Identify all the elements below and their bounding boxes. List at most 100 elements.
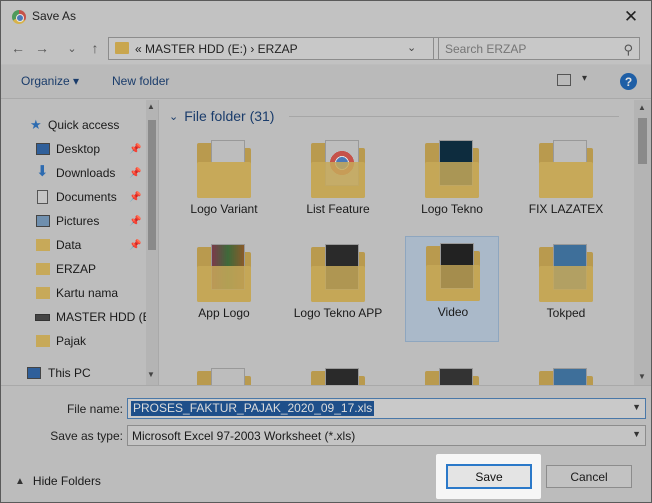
chevron-down-icon[interactable]: ▼ <box>632 429 641 439</box>
desktop-icon <box>36 143 50 155</box>
group-header[interactable]: ⌄ File folder (31) <box>169 106 619 126</box>
folder-tile-partial[interactable] <box>405 362 499 385</box>
scrollbar-thumb[interactable] <box>148 120 156 250</box>
folder-tile-partial[interactable] <box>291 362 385 385</box>
folder-tile[interactable]: Tokped <box>519 238 613 344</box>
folder-icon <box>426 243 480 303</box>
folder-icon <box>197 368 251 385</box>
dialog-title: Save As <box>32 9 77 23</box>
file-list-scrollbar[interactable]: ▲ ▼ <box>634 100 651 385</box>
view-options-icon[interactable] <box>557 74 571 86</box>
breadcrumb[interactable]: « MASTER HDD (E:) › ERZAP ⌄ <box>108 37 434 60</box>
sidebar-item-label: Documents <box>56 190 117 204</box>
folder-icon <box>36 287 50 299</box>
folder-icon <box>311 140 365 200</box>
folder-tile[interactable]: List Feature <box>291 134 385 240</box>
collapse-chevron-icon[interactable]: ⌄ <box>169 110 178 123</box>
sidebar-item-pajak[interactable]: Pajak <box>1 330 146 352</box>
file-name-value[interactable]: PROSES_FAKTUR_PAJAK_2020_09_17.xls <box>131 401 375 416</box>
folder-name: Tokped <box>546 306 586 320</box>
help-icon[interactable]: ? <box>620 73 637 90</box>
sidebar-item-kartu-nama[interactable]: Kartu nama <box>1 282 146 304</box>
sidebar-item-documents[interactable]: Documents 📌 <box>1 186 146 208</box>
folder-tile[interactable]: App Logo <box>177 238 271 344</box>
sidebar-item-erzap[interactable]: ERZAP <box>1 258 146 280</box>
recent-locations-chevron-icon[interactable]: ⌄ <box>63 39 81 57</box>
file-name-field[interactable]: PROSES_FAKTUR_PAJAK_2020_09_17.xls ▼ <box>127 398 646 419</box>
folder-icon <box>115 42 129 54</box>
sidebar-item-pictures[interactable]: Pictures 📌 <box>1 210 146 232</box>
pin-icon[interactable]: 📌 <box>129 144 141 155</box>
folder-icon <box>539 244 593 304</box>
sidebar-item-desktop[interactable]: Desktop 📌 <box>1 138 146 160</box>
folder-icon <box>425 140 479 200</box>
folder-name: App Logo <box>198 306 250 320</box>
sidebar-item-downloads[interactable]: ⬇ Downloads 📌 <box>1 162 146 184</box>
file-list-pane: ⌄ File folder (31) Logo Variant List Fea… <box>158 100 634 385</box>
folder-name: FIX LAZATEX <box>528 202 604 216</box>
sidebar-item-label: Desktop <box>56 142 101 156</box>
navigation-pane: ★ Quick access Desktop 📌 ⬇ Downloads 📌 D… <box>1 100 158 385</box>
sidebar-item-label: ERZAP <box>56 262 97 276</box>
scrollbar-thumb[interactable] <box>638 118 647 164</box>
folder-icon <box>36 263 50 275</box>
sidebar-item-data[interactable]: Data 📌 <box>1 234 146 256</box>
save-as-type-select[interactable]: Microsoft Excel 97-2003 Worksheet (*.xls… <box>127 425 646 446</box>
scroll-up-icon[interactable]: ▲ <box>147 102 155 111</box>
forward-arrow-icon[interactable]: → <box>33 39 51 57</box>
title-bar: Save As ✕ <box>1 1 651 32</box>
view-dropdown-chevron-icon[interactable]: ▾ <box>582 73 587 84</box>
folder-tile-partial[interactable] <box>177 362 271 385</box>
up-arrow-icon[interactable]: ↑ <box>86 39 104 57</box>
chevron-down-icon[interactable]: ▼ <box>632 402 641 412</box>
folder-icon <box>539 368 593 385</box>
breadcrumb-path[interactable]: « MASTER HDD (E:) › ERZAP <box>135 42 298 56</box>
pin-icon[interactable]: 📌 <box>129 168 141 179</box>
folder-tile-selected[interactable]: Video <box>405 236 499 342</box>
sidebar-item-master-hdd[interactable]: MASTER HDD (E <box>1 306 151 328</box>
folder-name: Logo Tekno <box>421 202 483 216</box>
new-folder-button[interactable]: New folder <box>112 74 169 88</box>
hide-folders-button[interactable]: ▲ Hide Folders <box>15 474 101 488</box>
organize-menu-button[interactable]: Organize ▾ <box>21 74 79 88</box>
close-icon[interactable]: ✕ <box>611 1 651 32</box>
save-as-type-label: Save as type: <box>50 429 123 443</box>
back-arrow-icon[interactable]: ← <box>9 39 27 57</box>
sidebar-item-label: Data <box>56 238 82 252</box>
sidebar-item-this-pc[interactable]: This PC <box>1 362 146 384</box>
save-button[interactable]: Save <box>446 464 532 489</box>
sidebar-item-label: Downloads <box>56 166 116 180</box>
file-name-label: File name: <box>66 402 123 416</box>
chevron-up-icon: ▲ <box>15 475 25 487</box>
sidebar-item-label: Pajak <box>56 334 87 348</box>
scroll-up-icon[interactable]: ▲ <box>638 103 646 112</box>
pin-icon[interactable]: 📌 <box>129 240 141 251</box>
cancel-button[interactable]: Cancel <box>546 465 632 488</box>
search-input[interactable] <box>445 41 615 57</box>
folder-name: List Feature <box>306 202 370 216</box>
group-title: File folder (31) <box>184 108 275 124</box>
folder-tile-partial[interactable] <box>519 362 613 385</box>
scroll-down-icon[interactable]: ▼ <box>638 372 646 381</box>
pin-icon[interactable]: 📌 <box>129 216 141 227</box>
sidebar-item-label: Quick access <box>48 118 120 132</box>
folder-tile[interactable]: Logo Variant <box>177 134 271 240</box>
hide-folders-label: Hide Folders <box>32 474 101 488</box>
folder-tile[interactable]: Logo Tekno APP <box>291 238 385 344</box>
search-box[interactable]: ⚲ <box>438 37 640 60</box>
folder-tile[interactable]: FIX LAZATEX <box>519 134 613 240</box>
folder-name: Video <box>437 305 469 319</box>
save-as-type-value: Microsoft Excel 97-2003 Worksheet (*.xls… <box>132 429 356 443</box>
navigation-pane-scrollbar[interactable]: ▲ ▼ <box>146 100 158 385</box>
sidebar-item-label: Kartu nama <box>56 286 119 300</box>
chrome-app-icon <box>12 10 26 24</box>
pin-icon[interactable]: 📌 <box>129 192 141 203</box>
scroll-down-icon[interactable]: ▼ <box>147 370 155 379</box>
save-options-panel: File name: PROSES_FAKTUR_PAJAK_2020_09_1… <box>1 385 651 502</box>
chevron-down-icon[interactable]: ⌄ <box>407 41 416 54</box>
folder-tile[interactable]: Logo Tekno <box>405 134 499 240</box>
sidebar-item-quick-access[interactable]: ★ Quick access <box>1 114 146 136</box>
download-icon: ⬇ <box>36 163 49 180</box>
computer-icon <box>27 367 41 379</box>
document-icon <box>37 190 48 204</box>
